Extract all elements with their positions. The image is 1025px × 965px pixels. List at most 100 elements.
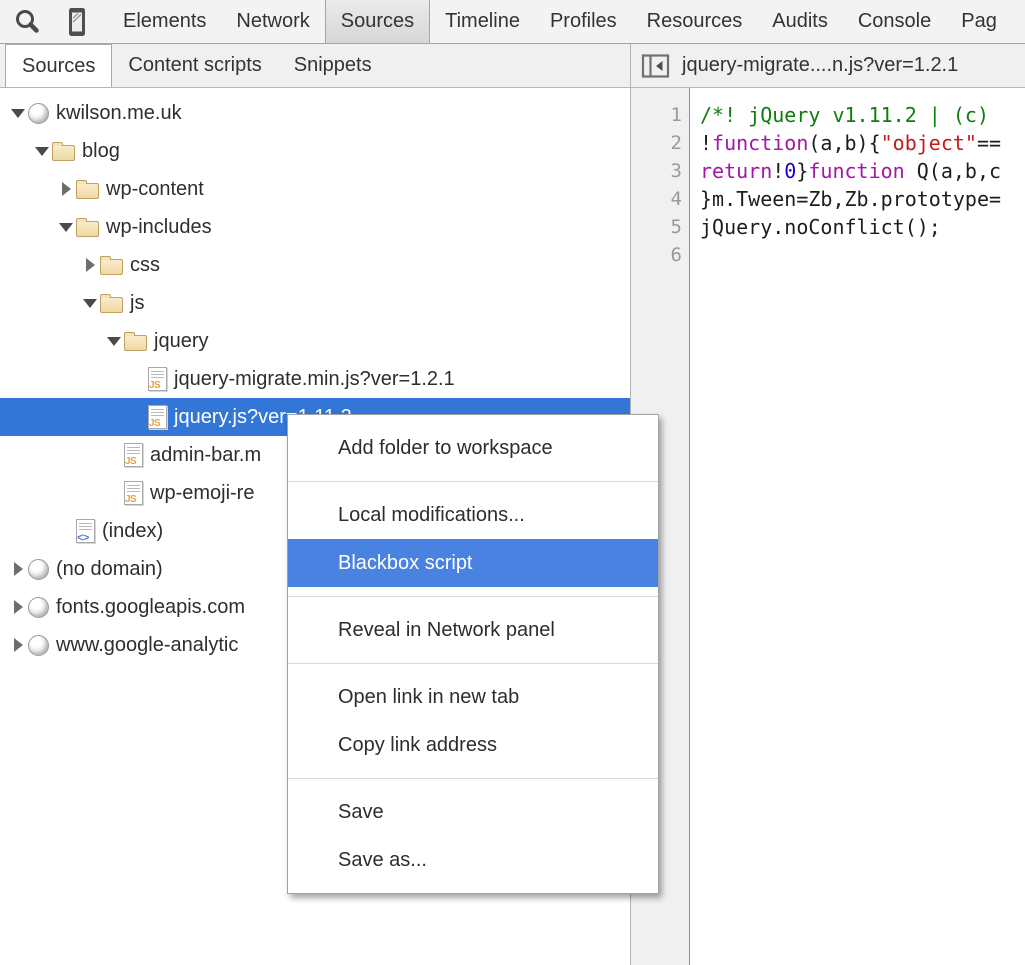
tree-item-label: (index) <box>102 520 163 543</box>
tree-item-label: blog <box>82 140 120 163</box>
context-menu: Add folder to workspace Local modificatio… <box>287 414 659 894</box>
tab-sources[interactable]: Sources <box>325 0 430 43</box>
menu-item-open-link-in-new-tab[interactable]: Open link in new tab <box>288 673 658 721</box>
folder-icon <box>52 145 75 161</box>
js-file-icon: JS <box>148 405 167 429</box>
menu-item-local-modifications[interactable]: Local modifications... <box>288 491 658 539</box>
tree-item-label: fonts.googleapis.com <box>56 596 245 619</box>
tab-pag[interactable]: Pag <box>946 0 1012 43</box>
code-line: !function(a,b){"object"== <box>700 129 1025 157</box>
tree-item-label: kwilson.me.uk <box>56 102 182 125</box>
folder-icon <box>100 259 123 275</box>
tree-item-label: wp-includes <box>106 216 212 239</box>
main-toolbar: ElementsNetworkSourcesTimelineProfilesRe… <box>0 0 1025 44</box>
line-number[interactable]: 2 <box>631 129 689 157</box>
html-file-icon: <> <box>76 519 95 543</box>
tree-item-label: (no domain) <box>56 558 163 581</box>
menu-section: Open link in new tabCopy link address <box>288 664 658 779</box>
inspect-magnifier-icon[interactable] <box>12 7 42 37</box>
code-token: }m.Tween=Zb,Zb.prototype= <box>700 187 1001 211</box>
editor-tabbar: jquery-migrate....n.js?ver=1.2.1 <box>630 44 1025 87</box>
tab-network[interactable]: Network <box>221 0 324 43</box>
sub-toolbar: SourcesContent scriptsSnippets jquery-mi… <box>0 44 1025 88</box>
hide-navigator-icon[interactable] <box>641 53 670 79</box>
globe-icon <box>28 635 49 656</box>
line-number[interactable]: 3 <box>631 157 689 185</box>
subtab-content-scripts[interactable]: Content scripts <box>112 44 277 87</box>
tree-item-label: wp-content <box>106 178 204 201</box>
code-token: "object" <box>881 131 977 155</box>
code-token: jQuery.noConflict(); <box>700 215 941 239</box>
editor-file-tab[interactable]: jquery-migrate....n.js?ver=1.2.1 <box>641 53 958 79</box>
code-token: (a,b){ <box>808 131 880 155</box>
panel-tabs: ElementsNetworkSourcesTimelineProfilesRe… <box>108 0 1012 43</box>
navigator-tabs: SourcesContent scriptsSnippets <box>0 44 630 87</box>
toolbar-icon-group <box>0 0 90 43</box>
code-token: == <box>977 131 1001 155</box>
collapse-triangle-icon[interactable] <box>80 299 100 308</box>
globe-icon <box>28 103 49 124</box>
code-token: return <box>700 159 772 183</box>
menu-section: Reveal in Network panel <box>288 597 658 664</box>
code-area[interactable]: /*! jQuery v1.11.2 | (c)!function(a,b){"… <box>691 88 1025 965</box>
code-line <box>700 241 1025 269</box>
code-line: /*! jQuery v1.11.2 | (c) <box>700 101 1025 129</box>
expand-triangle-icon[interactable] <box>8 638 28 652</box>
tab-profiles[interactable]: Profiles <box>535 0 632 43</box>
tree-item-blog[interactable]: blog <box>0 132 630 170</box>
devtools-window: ElementsNetworkSourcesTimelineProfilesRe… <box>0 0 1025 965</box>
tree-item-label: js <box>130 292 144 315</box>
menu-item-add-folder-to-workspace[interactable]: Add folder to workspace <box>288 424 658 472</box>
code-line: }m.Tween=Zb,Zb.prototype= <box>700 185 1025 213</box>
tree-item-jquery[interactable]: jquery <box>0 322 630 360</box>
code-token: /*! jQuery v1.11.2 | (c) <box>700 103 989 127</box>
subtab-snippets[interactable]: Snippets <box>278 44 388 87</box>
globe-icon <box>28 597 49 618</box>
tree-item-label: jquery-migrate.min.js?ver=1.2.1 <box>174 368 455 391</box>
tree-item-kwilson-me-uk[interactable]: kwilson.me.uk <box>0 94 630 132</box>
code-line: jQuery.noConflict(); <box>700 213 1025 241</box>
globe-icon <box>28 559 49 580</box>
js-file-icon: JS <box>148 367 167 391</box>
expand-triangle-icon[interactable] <box>56 182 76 196</box>
menu-section: Local modifications...Blackbox script <box>288 482 658 597</box>
tree-item-wp-content[interactable]: wp-content <box>0 170 630 208</box>
collapse-triangle-icon[interactable] <box>8 109 28 118</box>
tab-audits[interactable]: Audits <box>757 0 843 43</box>
tree-item-css[interactable]: css <box>0 246 630 284</box>
menu-item-blackbox-script[interactable]: Blackbox script <box>288 539 658 587</box>
menu-item-copy-link-address[interactable]: Copy link address <box>288 721 658 769</box>
expand-triangle-icon[interactable] <box>8 562 28 576</box>
line-number[interactable]: 4 <box>631 185 689 213</box>
tab-elements[interactable]: Elements <box>108 0 221 43</box>
line-number[interactable]: 6 <box>631 241 689 269</box>
device-mode-icon[interactable] <box>64 6 90 38</box>
expand-triangle-icon[interactable] <box>8 600 28 614</box>
code-token: Q(a,b,c <box>905 159 1001 183</box>
collapse-triangle-icon[interactable] <box>104 337 124 346</box>
tree-item-jquery-migrate-min-js-ver-1-2-1[interactable]: JS jquery-migrate.min.js?ver=1.2.1 <box>0 360 630 398</box>
tab-timeline[interactable]: Timeline <box>430 0 535 43</box>
menu-item-save[interactable]: Save <box>288 788 658 836</box>
menu-item-reveal-in-network-panel[interactable]: Reveal in Network panel <box>288 606 658 654</box>
folder-icon <box>76 183 99 199</box>
line-number[interactable]: 1 <box>631 101 689 129</box>
js-file-icon: JS <box>124 443 143 467</box>
tree-item-wp-includes[interactable]: wp-includes <box>0 208 630 246</box>
code-token: function <box>712 131 808 155</box>
folder-icon <box>100 297 123 313</box>
tab-resources[interactable]: Resources <box>632 0 758 43</box>
line-number[interactable]: 5 <box>631 213 689 241</box>
menu-section: Add folder to workspace <box>288 415 658 482</box>
tab-console[interactable]: Console <box>843 0 946 43</box>
editor-file-tab-label: jquery-migrate....n.js?ver=1.2.1 <box>682 54 958 77</box>
collapse-triangle-icon[interactable] <box>56 223 76 232</box>
expand-triangle-icon[interactable] <box>80 258 100 272</box>
tree-item-js[interactable]: js <box>0 284 630 322</box>
code-token: ! <box>772 159 784 183</box>
collapse-triangle-icon[interactable] <box>32 147 52 156</box>
source-editor: 123456 /*! jQuery v1.11.2 | (c)!function… <box>630 88 1025 965</box>
subtab-sources[interactable]: Sources <box>5 44 112 87</box>
menu-item-save-as[interactable]: Save as... <box>288 836 658 884</box>
folder-icon <box>76 221 99 237</box>
